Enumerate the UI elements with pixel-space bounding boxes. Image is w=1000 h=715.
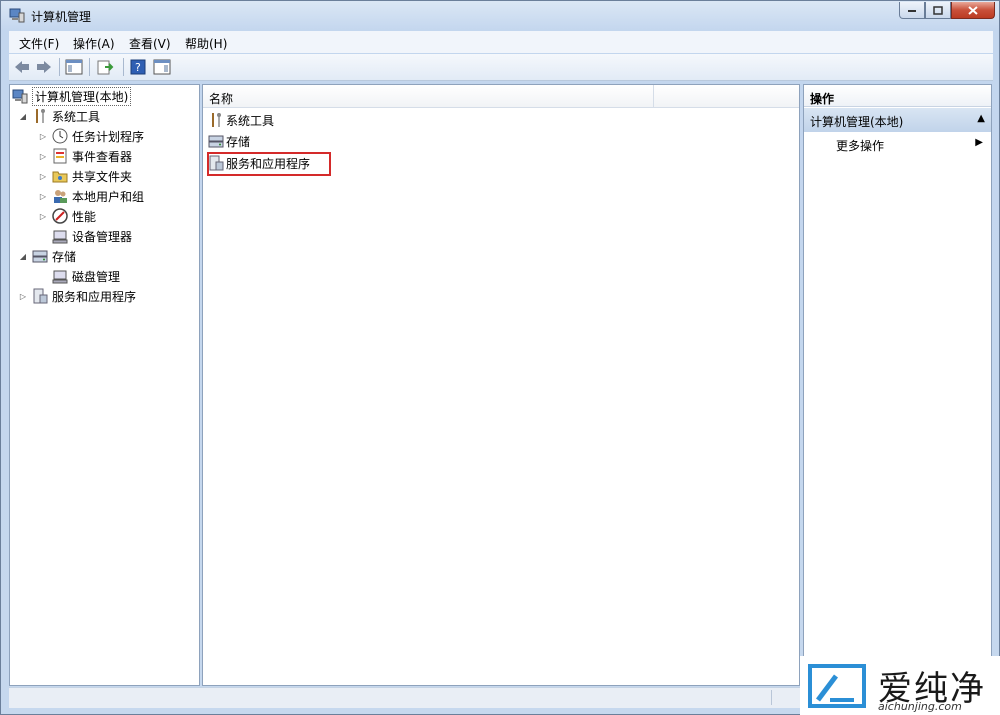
column-header-name[interactable]: 名称 <box>209 90 233 107</box>
disk-management-icon <box>52 268 68 284</box>
tree-label: 磁盘管理 <box>72 269 121 284</box>
tree-item-performance[interactable]: ▷ 性能 <box>38 206 96 226</box>
event-viewer-icon <box>52 148 68 164</box>
expanded-caret-icon[interactable]: ◢ <box>18 112 28 121</box>
collapsed-caret-icon[interactable]: ▷ <box>38 132 48 141</box>
toolbar: ? <box>9 54 993 81</box>
tree-label: 存储 <box>52 249 77 264</box>
close-button[interactable] <box>951 2 995 19</box>
menu-help[interactable]: 帮助(H) <box>185 35 227 52</box>
menu-bar: 文件(F) 操作(A) 查看(V) 帮助(H) <box>9 31 993 53</box>
tree-item-event-viewer[interactable]: ▷ 事件查看器 <box>38 146 132 166</box>
details-list-pane: 名称 系统工具 存储 服务和应用程序 <box>202 84 800 686</box>
tree-label: 设备管理器 <box>72 229 133 244</box>
list-item[interactable]: 存储 <box>208 131 250 151</box>
tree-item-disk-management[interactable]: 磁盘管理 <box>48 266 120 286</box>
users-icon <box>52 188 68 204</box>
submenu-arrow-icon[interactable]: ▶ <box>975 137 983 148</box>
more-actions-item[interactable]: 更多操作 <box>836 137 884 154</box>
status-divider <box>771 690 772 705</box>
show-hide-console-tree-icon[interactable] <box>65 58 83 76</box>
collapsed-caret-icon[interactable]: ▷ <box>38 152 48 161</box>
storage-icon <box>32 248 48 264</box>
column-divider[interactable] <box>653 85 654 107</box>
collapsed-caret-icon[interactable]: ▷ <box>38 172 48 181</box>
help-icon[interactable]: ? <box>129 58 147 76</box>
list-header: 名称 <box>203 85 799 108</box>
device-manager-icon <box>52 228 68 244</box>
actions-header: 操作 <box>804 85 991 107</box>
tree-item-shared-folders[interactable]: ▷ 共享文件夹 <box>38 166 132 186</box>
computer-management-icon <box>12 88 28 104</box>
maximize-button[interactable] <box>925 2 951 19</box>
collapsed-caret-icon[interactable]: ▷ <box>18 292 28 301</box>
tree-item-system-tools[interactable]: ◢ 系统工具 <box>18 106 100 126</box>
collapsed-caret-icon[interactable]: ▷ <box>38 192 48 201</box>
tree-item-local-users-groups[interactable]: ▷ 本地用户和组 <box>38 186 144 206</box>
forward-arrow-icon[interactable] <box>35 58 53 76</box>
collapsed-caret-icon[interactable]: ▷ <box>38 212 48 221</box>
performance-icon <box>52 208 68 224</box>
tree-item-storage[interactable]: ◢ 存储 <box>18 246 76 266</box>
computer-management-window: 计算机管理 文件(F) 操作(A) 查看(V) 帮助(H) ? 计算机管理(本地… <box>0 0 1000 715</box>
services-icon <box>32 288 48 304</box>
tree-label: 性能 <box>72 209 97 224</box>
tree-label: 事件查看器 <box>72 149 133 164</box>
storage-icon <box>208 133 224 149</box>
svg-text:?: ? <box>135 61 141 74</box>
actions-pane: 操作 计算机管理(本地) ▲ 更多操作 ▶ <box>803 84 992 686</box>
tree-item-computer-management[interactable]: 计算机管理(本地) <box>12 86 132 106</box>
back-arrow-icon[interactable] <box>13 58 31 76</box>
actions-group-label: 计算机管理(本地) <box>810 115 904 129</box>
tree-label: 系统工具 <box>52 109 101 124</box>
tree-label: 任务计划程序 <box>72 129 145 144</box>
tree-label: 共享文件夹 <box>72 169 133 184</box>
watermark-text-en: aichunjing.com <box>878 700 962 713</box>
menu-file[interactable]: 文件(F) <box>19 35 59 52</box>
title-bar: 计算机管理 <box>1 1 1000 29</box>
watermark: 爱纯净 aichunjing.com <box>800 656 1000 715</box>
window-title: 计算机管理 <box>31 10 92 24</box>
console-tree-pane: 计算机管理(本地) ◢ 系统工具 ▷ 任务计划程序 ▷ 事件查看器 ▷ 共享文件… <box>9 84 200 686</box>
menu-action[interactable]: 操作(A) <box>73 35 115 52</box>
red-highlight-box <box>207 152 331 176</box>
watermark-logo <box>808 663 866 708</box>
export-list-icon[interactable] <box>97 58 115 76</box>
expanded-caret-icon[interactable]: ◢ <box>18 252 28 261</box>
tree-item-device-manager[interactable]: 设备管理器 <box>48 226 132 246</box>
actions-group-computer-management[interactable]: 计算机管理(本地) ▲ <box>804 108 991 132</box>
tree-item-task-scheduler[interactable]: ▷ 任务计划程序 <box>38 126 144 146</box>
tree-label: 服务和应用程序 <box>52 289 137 304</box>
minimize-button[interactable] <box>899 2 925 19</box>
tree-item-services-applications[interactable]: ▷ 服务和应用程序 <box>18 286 136 306</box>
tools-icon <box>32 108 48 124</box>
list-item-label: 系统工具 <box>226 113 275 128</box>
show-hide-action-pane-icon[interactable] <box>153 58 171 76</box>
clock-icon <box>52 128 68 144</box>
menu-view[interactable]: 查看(V) <box>129 35 171 52</box>
tree-label: 本地用户和组 <box>72 189 145 204</box>
tools-icon <box>208 112 224 128</box>
computer-management-icon <box>9 7 25 23</box>
list-item-label: 存储 <box>226 134 251 149</box>
shared-folder-icon <box>52 168 68 184</box>
list-item[interactable]: 系统工具 <box>208 110 274 130</box>
tree-label: 计算机管理(本地) <box>32 86 132 106</box>
collapse-up-arrow-icon[interactable]: ▲ <box>977 113 985 124</box>
